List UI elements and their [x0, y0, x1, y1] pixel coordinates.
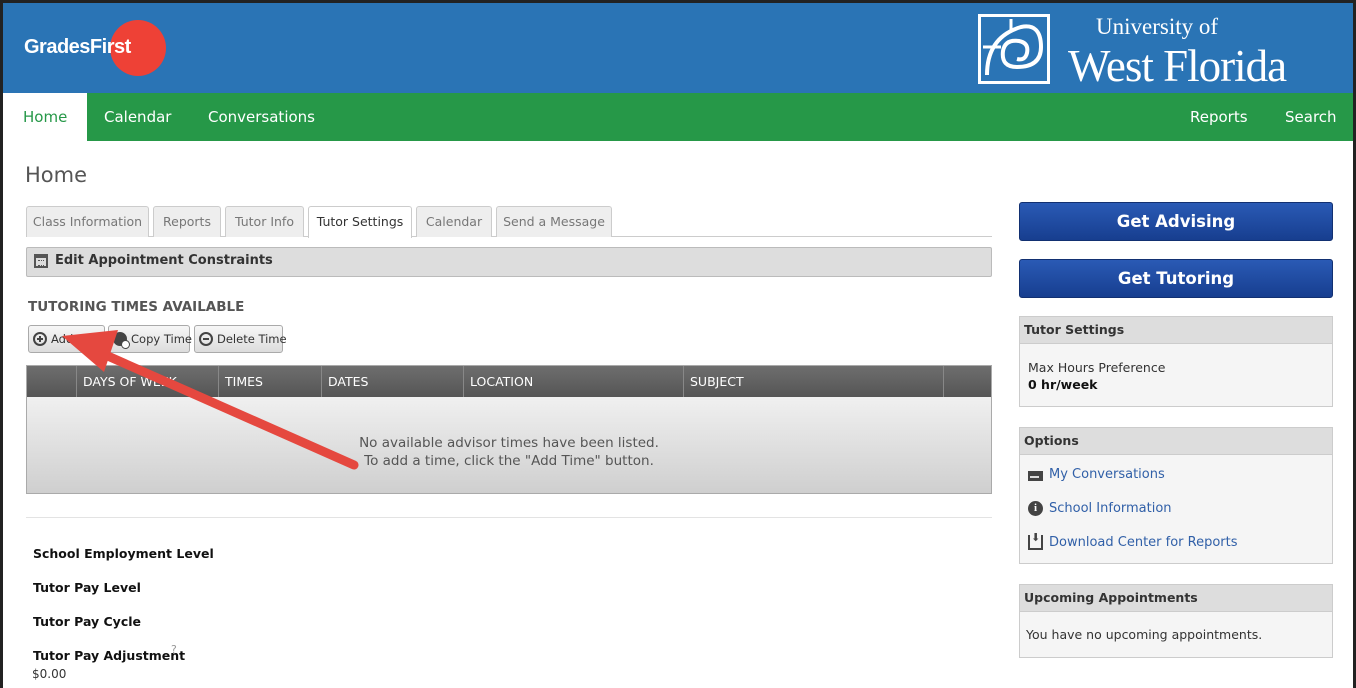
max-hours-label: Max Hours Preference [1028, 360, 1166, 375]
nautilus-emblem-icon [978, 14, 1050, 84]
table-header: DAYS OF WEEK TIMES DATES LOCATION SUBJEC… [27, 366, 991, 397]
no-appointments-message: You have no upcoming appointments. [1026, 627, 1263, 642]
nav-search[interactable]: Search [1265, 93, 1356, 141]
tutoring-times-title: TUTORING TIMES AVAILABLE [28, 299, 245, 315]
col-subject[interactable]: SUBJECT [683, 366, 943, 397]
plus-circle-icon [33, 332, 47, 346]
tutor-settings-panel: Tutor Settings Max Hours Preference 0 hr… [1019, 316, 1333, 407]
download-icon [1028, 531, 1043, 550]
edit-constraints-label: Edit Appointment Constraints [55, 253, 273, 268]
info-icon: i [1028, 501, 1043, 516]
envelope-icon [1028, 471, 1043, 481]
west-florida-text: West Florida [1068, 41, 1287, 91]
empty-line-1: No available advisor times have been lis… [359, 435, 659, 451]
nav-home[interactable]: Home [3, 93, 88, 141]
tab-tutor-settings[interactable]: Tutor Settings [308, 206, 412, 238]
page-title: Home [25, 163, 88, 187]
options-panel: Options My Conversations i School Inform… [1019, 427, 1333, 564]
upcoming-appointments-panel: Upcoming Appointments You have no upcomi… [1019, 584, 1333, 658]
pay-adjustment-label: Tutor Pay Adjustment [33, 648, 186, 663]
section-divider [26, 517, 992, 518]
tab-class-information[interactable]: Class Information [26, 206, 149, 237]
col-location[interactable]: LOCATION [463, 366, 683, 397]
tab-reports[interactable]: Reports [153, 206, 221, 237]
nav-reports[interactable]: Reports [1170, 93, 1268, 141]
my-conversations-link[interactable]: My Conversations [1049, 467, 1165, 482]
logo-text: GradesFirst [24, 36, 131, 58]
tab-tutor-info[interactable]: Tutor Info [225, 206, 304, 237]
nav-calendar[interactable]: Calendar [84, 93, 191, 141]
school-information-link[interactable]: School Information [1049, 501, 1172, 516]
pay-adjustment-value: $0.00 [32, 667, 67, 681]
get-tutoring-button[interactable]: Get Tutoring [1019, 259, 1333, 298]
calendar-icon [34, 254, 48, 268]
pay-cycle-label: Tutor Pay Cycle [33, 614, 142, 629]
main-nav: Home Calendar Conversations Reports Sear… [0, 93, 1356, 141]
copy-time-button[interactable]: Copy Time [108, 325, 192, 353]
add-time-label: Add Time [51, 332, 106, 346]
copy-time-label: Copy Time [131, 332, 192, 346]
add-time-button[interactable]: Add Time [28, 325, 105, 353]
col-actions [943, 366, 991, 397]
help-icon[interactable]: ? [171, 643, 177, 656]
empty-message: No available advisor times have been lis… [27, 434, 991, 470]
col-dates[interactable]: DATES [321, 366, 463, 397]
minus-circle-icon [199, 332, 213, 346]
edit-constraints-bar[interactable]: Edit Appointment Constraints [26, 247, 992, 277]
options-title: Options [1020, 428, 1332, 455]
download-center-link[interactable]: Download Center for Reports [1049, 535, 1238, 550]
tab-bar: Class Information Reports Tutor Info Tut… [26, 206, 992, 238]
nav-conversations[interactable]: Conversations [188, 93, 335, 141]
university-logo: University of West Florida [978, 14, 1338, 91]
tab-calendar[interactable]: Calendar [416, 206, 492, 237]
pay-level-label: Tutor Pay Level [33, 580, 141, 595]
tab-send-message[interactable]: Send a Message [496, 206, 612, 237]
upcoming-appointments-title: Upcoming Appointments [1020, 585, 1332, 612]
max-hours-value: 0 hr/week [1028, 377, 1098, 392]
col-days-of-week[interactable]: DAYS OF WEEK [76, 366, 218, 397]
delete-time-label: Delete Time [217, 332, 287, 346]
site-header: GradesFirst University of West Florida [0, 0, 1356, 93]
tutoring-times-table: DAYS OF WEEK TIMES DATES LOCATION SUBJEC… [26, 365, 992, 494]
table-body: No available advisor times have been lis… [27, 397, 991, 493]
employment-level-label: School Employment Level [33, 546, 214, 561]
tutor-settings-title: Tutor Settings [1020, 317, 1332, 344]
get-advising-button[interactable]: Get Advising [1019, 202, 1333, 241]
empty-line-2: To add a time, click the "Add Time" butt… [364, 453, 654, 469]
col-times[interactable]: TIMES [218, 366, 321, 397]
delete-time-button[interactable]: Delete Time [194, 325, 287, 353]
copy-icon [113, 332, 130, 349]
university-of-text: University of [1096, 14, 1219, 39]
